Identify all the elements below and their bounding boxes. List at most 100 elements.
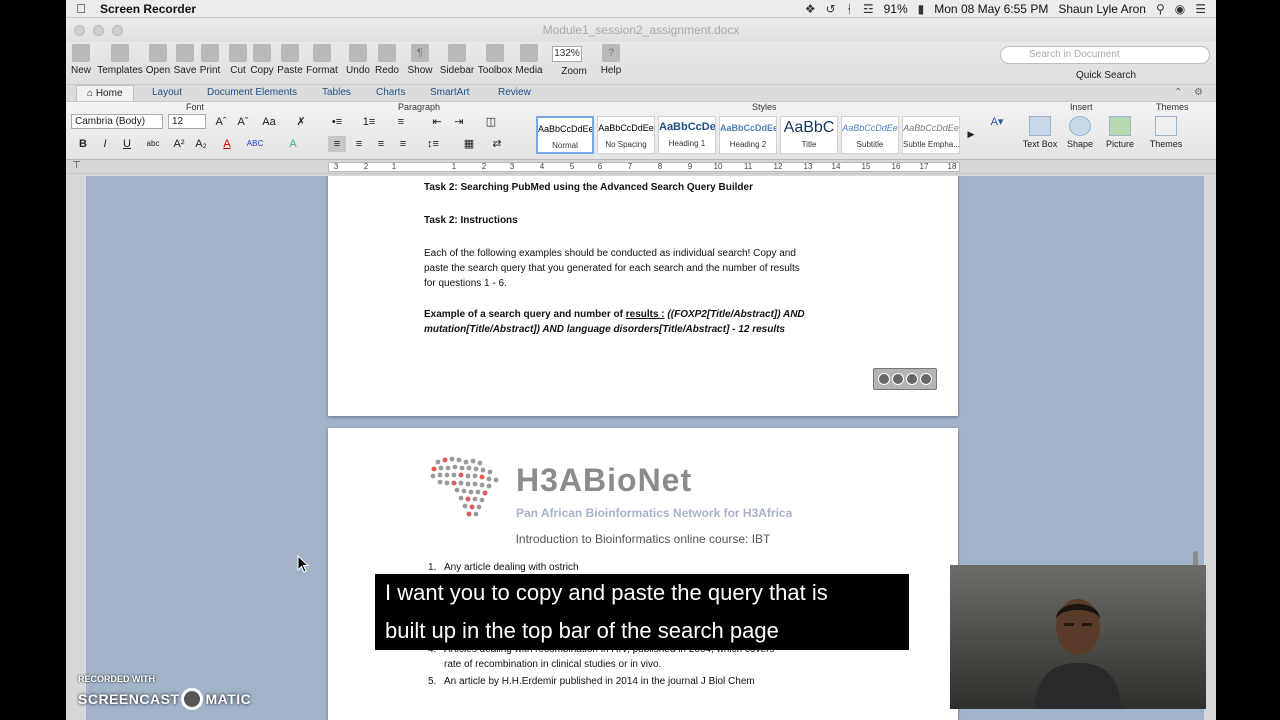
sidebar-button[interactable]: Sidebar	[437, 44, 477, 76]
highlight-icon[interactable]: ABC	[246, 136, 264, 152]
zoom-input[interactable]: 132%	[552, 46, 582, 62]
strikethrough-icon[interactable]: abc	[144, 136, 162, 152]
document-page-1[interactable]: Task 2: Searching PubMed using the Advan…	[328, 176, 958, 416]
numbering-icon[interactable]: 1≡	[360, 114, 378, 130]
menubar-clock[interactable]: Mon 08 May 6:55 PM	[934, 2, 1048, 16]
webcam-overlay	[950, 565, 1206, 709]
align-center-icon[interactable]: ≡	[350, 136, 368, 152]
pilcrow-icon: ¶	[411, 44, 429, 62]
task2-heading: Task 2: Searching PubMed using the Advan…	[424, 182, 753, 193]
line-spacing-icon[interactable]: ↕≡	[424, 136, 442, 152]
tab-tables[interactable]: Tables	[322, 87, 351, 98]
redo-arrow-icon	[378, 44, 396, 62]
tab-stop-selector-icon[interactable]: ⊤	[72, 160, 81, 171]
styles-next-icon[interactable]: ▶	[962, 126, 980, 142]
underline-icon[interactable]: U	[118, 136, 136, 152]
ribbon-tab-bar: ⌂ Home Layout Document Elements Tables C…	[66, 84, 1216, 102]
superscript-icon[interactable]: A²	[170, 136, 188, 152]
h3abionet-logo-title: H3ABioNet	[516, 462, 693, 498]
columns-icon[interactable]: ◫	[482, 114, 500, 130]
style-normal[interactable]: AaBbCcDdEe Normal	[536, 116, 594, 154]
menubar-user[interactable]: Shaun Lyle Aron	[1058, 2, 1146, 16]
subscript-icon[interactable]: A₂	[192, 136, 210, 152]
increase-indent-icon[interactable]: ⇥	[450, 114, 468, 130]
style-heading-2[interactable]: AaBbCcDdEe Heading 2	[719, 116, 777, 154]
ruler-bar: ⊤ 321 1 2 3 4 5 6 7 8 9 10 11 12 13 14 15 16 17 18	[66, 160, 1216, 174]
change-case-icon[interactable]: Aa	[260, 114, 278, 130]
tab-charts[interactable]: Charts	[376, 87, 405, 98]
search-in-document-input[interactable]: Search in Document	[1000, 46, 1210, 64]
tab-review[interactable]: Review	[498, 87, 531, 98]
grow-font-icon[interactable]: Aˆ	[212, 114, 230, 130]
insert-text-box-button[interactable]: Text Box	[1018, 116, 1062, 149]
copy-icon	[253, 44, 271, 62]
font-size-select[interactable]: 12	[168, 114, 206, 129]
instructions-line-1: Each of the following examples should be…	[424, 248, 796, 259]
tab-document-elements[interactable]: Document Elements	[207, 87, 297, 98]
apple-icon[interactable]: 	[66, 1, 96, 16]
style-heading-1[interactable]: AaBbCcDe Heading 1	[658, 116, 716, 154]
format-painter-button[interactable]: Format	[302, 44, 342, 76]
battery-percentage[interactable]: 91%	[884, 2, 908, 16]
font-name-select[interactable]: Cambria (Body)	[71, 114, 163, 129]
insert-picture-button[interactable]: Picture	[1098, 116, 1142, 149]
shading-icon[interactable]: ▦	[460, 136, 478, 152]
clear-formatting-icon[interactable]: ✗	[292, 114, 310, 130]
show-formatting-button[interactable]: ¶ Show	[400, 44, 440, 76]
bluetooth-icon[interactable]: ᚽ	[846, 2, 853, 16]
zoom-label-wrap: Zoom	[554, 66, 594, 77]
multilevel-list-icon[interactable]: ≡	[392, 114, 410, 130]
text-direction-icon[interactable]: ⇄	[488, 136, 506, 152]
media-button[interactable]: Media	[509, 44, 549, 76]
instructions-line-3: for questions 1 - 6.	[424, 278, 507, 289]
themes-button[interactable]: Themes	[1144, 116, 1188, 149]
clipboard-icon	[281, 44, 299, 62]
tab-home[interactable]: ⌂ Home	[76, 85, 134, 101]
dropbox-icon[interactable]: ❖	[805, 2, 816, 16]
shape-icon	[1069, 116, 1091, 136]
help-button[interactable]: ? Help	[591, 44, 631, 76]
screencast-o-matic-watermark: SCREENCAST MATIC	[78, 688, 251, 710]
wifi-icon[interactable]: ☲	[863, 2, 874, 16]
time-machine-icon[interactable]: ↺	[826, 2, 836, 16]
spotlight-search-icon[interactable]: ⚲	[1156, 2, 1165, 16]
bullets-icon[interactable]: •≡	[328, 114, 346, 130]
style-title[interactable]: AaBbC Title	[780, 116, 838, 154]
tab-smartart[interactable]: SmartArt	[430, 87, 469, 98]
siri-icon[interactable]: ◉	[1175, 2, 1185, 16]
decrease-indent-icon[interactable]: ⇤	[428, 114, 446, 130]
style-subtle-emphasis[interactable]: AaBbCcDdEe Subtle Empha...	[902, 116, 960, 154]
notification-center-icon[interactable]: ☰	[1195, 2, 1206, 16]
creative-commons-license-icon	[873, 368, 937, 390]
caption-line-2: built up in the top bar of the search pa…	[385, 618, 779, 643]
text-styles-icon[interactable]: A▾	[988, 114, 1006, 130]
align-right-icon[interactable]: ≡	[372, 136, 390, 152]
text-effects-icon[interactable]: A	[284, 136, 302, 152]
style-no-spacing[interactable]: AaBbCcDdEe No Spacing	[597, 116, 655, 154]
zoom-label: Zoom	[561, 66, 587, 77]
font-color-icon[interactable]: A	[218, 136, 236, 152]
align-left-icon[interactable]: ≡	[328, 136, 346, 152]
insert-shape-button[interactable]: Shape	[1058, 116, 1102, 149]
templates-button[interactable]: Templates	[97, 44, 143, 76]
media-icon	[520, 44, 538, 62]
new-button[interactable]: New	[66, 44, 101, 76]
italic-icon[interactable]: I	[96, 136, 114, 152]
justify-icon[interactable]: ≡	[394, 136, 412, 152]
caption-line-1: I want you to copy and paste the query t…	[385, 580, 828, 605]
ribbon-settings-gear-icon[interactable]: ⚙	[1194, 87, 1203, 98]
bold-icon[interactable]: B	[74, 136, 92, 152]
horizontal-ruler[interactable]: 321 1 2 3 4 5 6 7 8 9 10 11 12 13 14 15 16 17 18	[328, 162, 960, 172]
toolbox-icon	[486, 44, 504, 62]
list-item: 5. An article by H.H.Erdemir published in…	[428, 676, 755, 687]
shrink-font-icon[interactable]: Aˇ	[234, 114, 252, 130]
style-subtitle[interactable]: AaBbCcDdEe Subtitle	[841, 116, 899, 154]
course-title: Introduction to Bioinformatics online co…	[515, 532, 771, 546]
new-document-icon	[72, 44, 90, 62]
quick-search-label: Quick Search	[1076, 70, 1137, 81]
menubar-app-name[interactable]: Screen Recorder	[100, 2, 196, 16]
collapse-ribbon-icon[interactable]: ⌃	[1174, 87, 1182, 98]
sidebar-icon	[448, 44, 466, 62]
tab-layout[interactable]: Layout	[152, 87, 182, 98]
battery-icon[interactable]: ▮	[918, 2, 925, 16]
